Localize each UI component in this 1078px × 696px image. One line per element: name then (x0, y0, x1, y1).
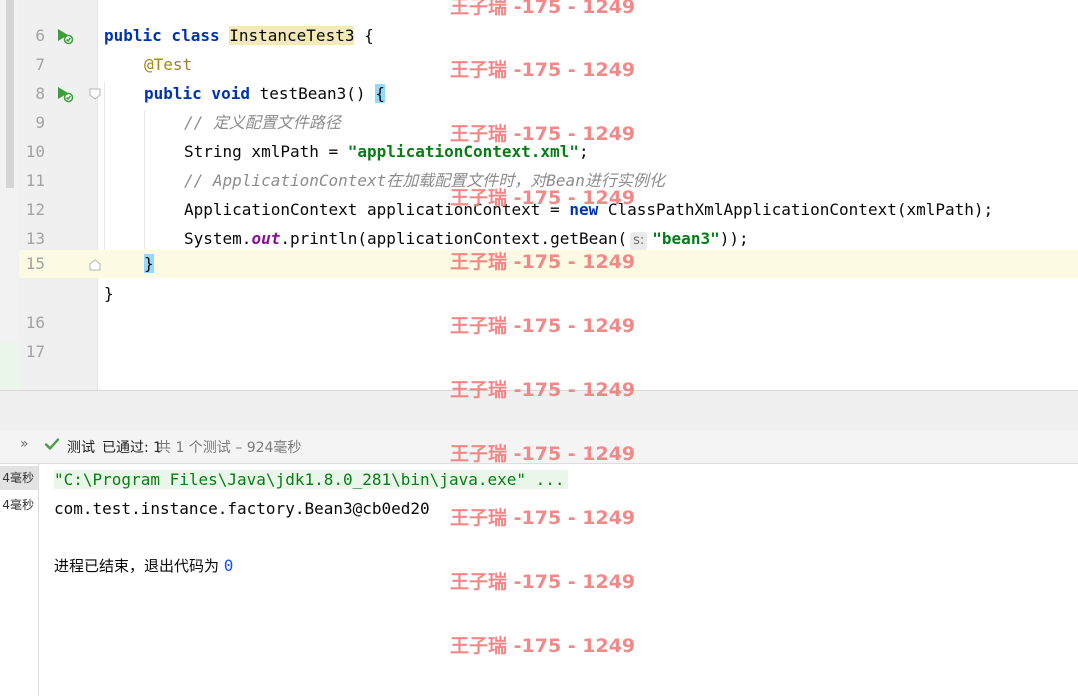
editor-left-strip (0, 0, 19, 390)
code-text: public void testBean3() { (144, 79, 385, 108)
code-token: )); (719, 229, 749, 248)
code-text: public class InstanceTest3 { (104, 21, 374, 50)
code-token: String xmlPath = (184, 142, 348, 161)
test-tree-item[interactable]: 4毫秒 (0, 466, 38, 490)
watermark: 王子瑞 -175 - 1249 (450, 187, 636, 209)
test-tree-panel: 4毫秒 4毫秒 (0, 464, 39, 696)
watermark: 王子瑞 -175 - 1249 (450, 507, 636, 529)
code-token: } (104, 284, 114, 303)
class-name-token: InstanceTest3 (229, 26, 355, 45)
exit-code: 0 (223, 556, 234, 575)
line-number: 15 (25, 254, 45, 273)
watermark: 王子瑞 -175 - 1249 (450, 571, 636, 593)
matched-brace: } (144, 254, 154, 273)
line-number: 17 (25, 342, 45, 361)
console-command-line: "C:\Program Files\Java\jdk1.8.0_281\bin\… (54, 465, 568, 494)
expand-icon[interactable]: » (20, 436, 29, 452)
watermark: 王子瑞 -175 - 1249 (450, 379, 636, 401)
fold-end-icon[interactable] (89, 259, 101, 271)
comment-token: // 定义配置文件路径 (184, 113, 341, 132)
java-command: "C:\Program Files\Java\jdk1.8.0_281\bin\… (54, 470, 568, 489)
test-tree-item[interactable]: 4毫秒 (0, 493, 38, 517)
tests-passed-text: 已通过: 1 (102, 440, 163, 456)
keyword-token: public void (144, 84, 260, 103)
exit-message: 进程已结束，退出代码为 (54, 557, 224, 575)
console-output-line: com.test.instance.factory.Bean3@cb0ed20 (54, 499, 430, 518)
code-text: } (144, 249, 154, 278)
code-text: // 定义配置文件路径 (184, 108, 341, 137)
code-text: } (104, 279, 114, 308)
watermark: 王子瑞 -175 - 1249 (450, 0, 636, 18)
code-line[interactable]: 7 public class InstanceTest3 { (19, 21, 1078, 74)
code-text: @Test (144, 50, 192, 79)
test-duration: 4毫秒 (2, 498, 34, 512)
code-token: testBean3() (259, 84, 376, 103)
code-token: .println(applicationContext.getBean( (280, 229, 628, 248)
watermark: 王子瑞 -175 - 1249 (450, 59, 636, 81)
keyword-token: public class (104, 26, 230, 45)
editor-change-marker (0, 342, 19, 388)
code-token: System. (184, 229, 252, 248)
test-status-label: 测试 (67, 440, 95, 456)
matched-brace: { (375, 84, 385, 103)
code-token: { (354, 26, 374, 45)
run-test-method-icon[interactable] (55, 85, 75, 103)
code-line[interactable]: 9 public void testBean3() { (19, 79, 1078, 132)
test-duration: 4毫秒 (2, 471, 34, 485)
watermark: 王子瑞 -175 - 1249 (450, 443, 636, 465)
tests-count-text: 共 1 个测试 – 924毫秒 (157, 440, 302, 456)
annotation-token: @Test (144, 55, 193, 74)
string-token: "bean3" (652, 229, 720, 248)
console-exit-line: 进程已结束，退出代码为 0 (54, 551, 233, 580)
watermark: 王子瑞 -175 - 1249 (450, 251, 636, 273)
fold-collapse-icon[interactable] (89, 88, 101, 100)
check-icon (44, 438, 60, 450)
editor-scroll-thumb[interactable] (6, 0, 14, 188)
static-field-token: out (251, 229, 281, 248)
watermark: 王子瑞 -175 - 1249 (450, 315, 636, 337)
run-test-class-icon[interactable] (55, 27, 75, 45)
watermark: 王子瑞 -175 - 1249 (450, 123, 636, 145)
code-line[interactable]: 16 } (19, 279, 1078, 332)
code-token: ClassPathXmlApplicationContext(xmlPath); (598, 200, 994, 219)
watermark: 王子瑞 -175 - 1249 (450, 635, 636, 657)
